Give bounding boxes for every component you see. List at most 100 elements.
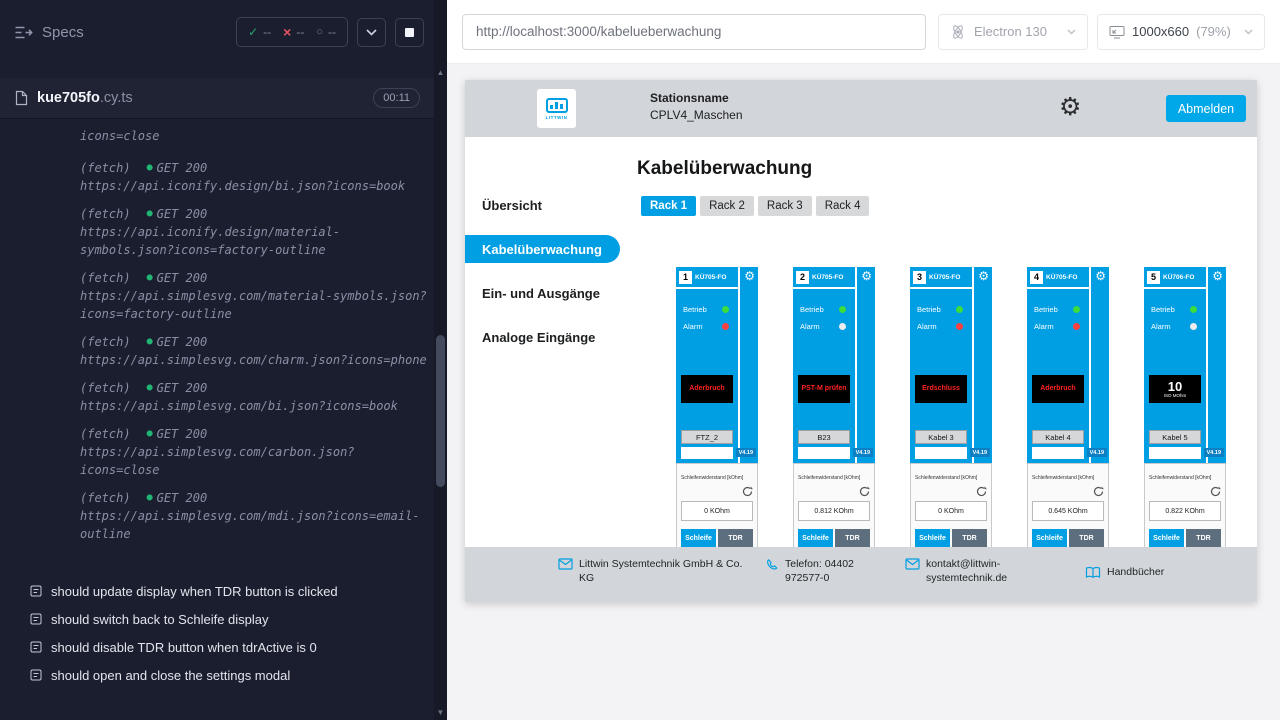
log-entry[interactable]: (fetch)●GET 200 https://api.simplesvg.co… — [80, 269, 428, 323]
measure-label: Schleifenwiderstand [kOhm] — [1032, 475, 1094, 481]
card-gear-icon[interactable]: ⚙ — [861, 269, 872, 283]
spec-name: kue705fo.cy.ts — [37, 90, 133, 106]
status-display: Aderbruch — [681, 375, 733, 403]
card-number: 4 — [1030, 271, 1043, 284]
tab-rack-3[interactable]: Rack 3 — [758, 196, 812, 216]
measurement-section: Schleifenwiderstand [kOhm] 0 KOhm Schlei… — [910, 463, 992, 547]
measure-label: Schleifenwiderstand [kOhm] — [681, 475, 743, 481]
blank-field — [1149, 447, 1201, 459]
card-model: KÜ706-FO — [1163, 274, 1194, 281]
tab-rack-2[interactable]: Rack 2 — [700, 196, 754, 216]
test-title: should disable TDR button when tdrActive… — [51, 640, 317, 655]
schleife-button[interactable]: Schleife — [1032, 529, 1067, 547]
device-card: 5KÜ706-FO ⚙ Betrieb Alarm 10ISO MOhm Kab… — [1144, 267, 1226, 547]
test-item[interactable]: should update display when TDR button is… — [0, 577, 434, 605]
card-gear-icon[interactable]: ⚙ — [978, 269, 989, 283]
footer-manuals-text: Handbücher — [1107, 565, 1164, 579]
refresh-icon[interactable] — [859, 486, 870, 497]
log-label: (fetch) — [80, 159, 131, 177]
chevron-down-icon — [366, 29, 377, 36]
blank-field — [915, 447, 967, 459]
tdr-button[interactable]: TDR — [1069, 529, 1104, 547]
schleife-button[interactable]: Schleife — [681, 529, 716, 547]
log-status: GET 200 — [157, 379, 208, 397]
scroll-down-icon[interactable]: ▼ — [434, 704, 447, 720]
stage: http://localhost:3000/kabelueberwachung … — [447, 0, 1280, 720]
schleife-button[interactable]: Schleife — [798, 529, 833, 547]
blank-field — [1032, 447, 1084, 459]
specs-toggle[interactable]: Specs — [14, 24, 84, 41]
refresh-icon[interactable] — [742, 486, 753, 497]
log-status: GET 200 — [157, 205, 208, 223]
viewport-selector[interactable]: 1000x660 (79%) — [1097, 14, 1265, 50]
test-item[interactable]: should disable TDR button when tdrActive… — [0, 633, 434, 661]
cable-name: Kabel 4 — [1032, 430, 1084, 444]
refresh-icon[interactable] — [976, 486, 987, 497]
card-gear-icon[interactable]: ⚙ — [1095, 269, 1106, 283]
device-card: 4KÜ705-FO ⚙ Betrieb Alarm Aderbruch Kabe… — [1027, 267, 1109, 547]
sidebar-item-kabelueberwachung[interactable]: Kabelüberwachung — [465, 235, 620, 263]
app-header: LITTWIN Stationsname CPLV4_Maschen ⚙ Abm… — [465, 80, 1257, 137]
sidebar-item-ein-und-ausgaenge[interactable]: Ein- und Ausgänge — [465, 279, 620, 307]
log-entry[interactable]: (fetch)●GET 200 https://api.simplesvg.co… — [80, 379, 428, 415]
panel-divider — [1206, 267, 1208, 463]
status-text: PST-M prüfen — [801, 385, 846, 393]
log-entry[interactable]: (fetch)●GET 200 https://api.simplesvg.co… — [80, 333, 428, 369]
log-line[interactable]: icons=close — [80, 127, 428, 145]
footer-email-text: kontakt@littwin-systemtechnik.de — [926, 557, 1027, 585]
log-label: (fetch) — [80, 425, 131, 443]
test-item[interactable]: should open and close the settings modal — [0, 661, 434, 689]
schleife-button[interactable]: Schleife — [1149, 529, 1184, 547]
refresh-icon[interactable] — [1093, 486, 1104, 497]
status-display: PST-M prüfen — [798, 375, 850, 403]
spec-header[interactable]: kue705fo.cy.ts 00:11 — [0, 78, 434, 119]
tab-rack-1[interactable]: Rack 1 — [641, 196, 696, 216]
log-url: https://api.simplesvg.com/bi.json?icons=… — [80, 397, 428, 415]
tab-rack-4[interactable]: Rack 4 — [816, 196, 870, 216]
sidebar-item-uebersicht[interactable]: Übersicht — [465, 191, 620, 219]
blank-field — [798, 447, 850, 459]
log-entry[interactable]: (fetch)●GET 200 https://api.simplesvg.co… — [80, 425, 428, 479]
scroll-up-icon[interactable]: ▲ — [434, 64, 447, 80]
betrieb-label: Betrieb — [800, 305, 824, 314]
tdr-button[interactable]: TDR — [1186, 529, 1221, 547]
card-gear-icon[interactable]: ⚙ — [744, 269, 755, 283]
run-stats: ✓-- ×-- ○-- — [236, 17, 348, 47]
stop-button[interactable] — [395, 18, 424, 47]
betrieb-label: Betrieb — [1034, 305, 1058, 314]
littwin-logo-icon — [546, 98, 568, 113]
log-entry[interactable]: (fetch)●GET 200 https://api.simplesvg.co… — [80, 489, 428, 543]
tdr-button[interactable]: TDR — [835, 529, 870, 547]
panel-divider — [738, 267, 740, 463]
test-icon — [30, 585, 42, 597]
station-label: Stationsname — [650, 90, 743, 107]
panel-divider — [1027, 287, 1089, 289]
runner-scrollbar[interactable]: ▲ ▼ — [434, 0, 447, 720]
footer-phone: Telefon: 04402 972577-0 — [765, 557, 890, 585]
alarm-led — [1073, 323, 1080, 330]
scrollbar-thumb[interactable] — [436, 335, 445, 487]
browser-selector[interactable]: Electron 130 — [938, 14, 1088, 50]
log-entry[interactable]: (fetch)●GET 200 https://api.iconify.desi… — [80, 205, 428, 259]
sidebar-item-analoge-eingaenge[interactable]: Analoge Eingänge — [465, 323, 620, 351]
collapse-button[interactable] — [357, 18, 386, 47]
spec-timer: 00:11 — [373, 88, 420, 108]
test-item[interactable]: should switch back to Schleife display — [0, 605, 434, 633]
tdr-button[interactable]: TDR — [952, 529, 987, 547]
log-label: (fetch) — [80, 489, 131, 507]
footer-manuals[interactable]: Handbücher — [1085, 565, 1215, 579]
status-dot: ● — [147, 269, 153, 287]
tdr-button[interactable]: TDR — [718, 529, 753, 547]
status-dot: ● — [147, 159, 153, 177]
schleife-button[interactable]: Schleife — [915, 529, 950, 547]
url-input[interactable]: http://localhost:3000/kabelueberwachung — [462, 14, 926, 50]
card-model: KÜ705-FO — [929, 274, 960, 281]
log-entry[interactable]: (fetch)●GET 200 https://api.iconify.desi… — [80, 159, 428, 195]
card-gear-icon[interactable]: ⚙ — [1212, 269, 1223, 283]
refresh-icon[interactable] — [1210, 486, 1221, 497]
specs-list-icon — [14, 25, 33, 40]
footer-phone-text: Telefon: 04402 972577-0 — [785, 557, 890, 585]
logout-button[interactable]: Abmelden — [1166, 95, 1246, 122]
settings-gear-icon[interactable]: ⚙ — [1059, 89, 1081, 125]
log-url: https://api.simplesvg.com/material-symbo… — [80, 287, 428, 323]
